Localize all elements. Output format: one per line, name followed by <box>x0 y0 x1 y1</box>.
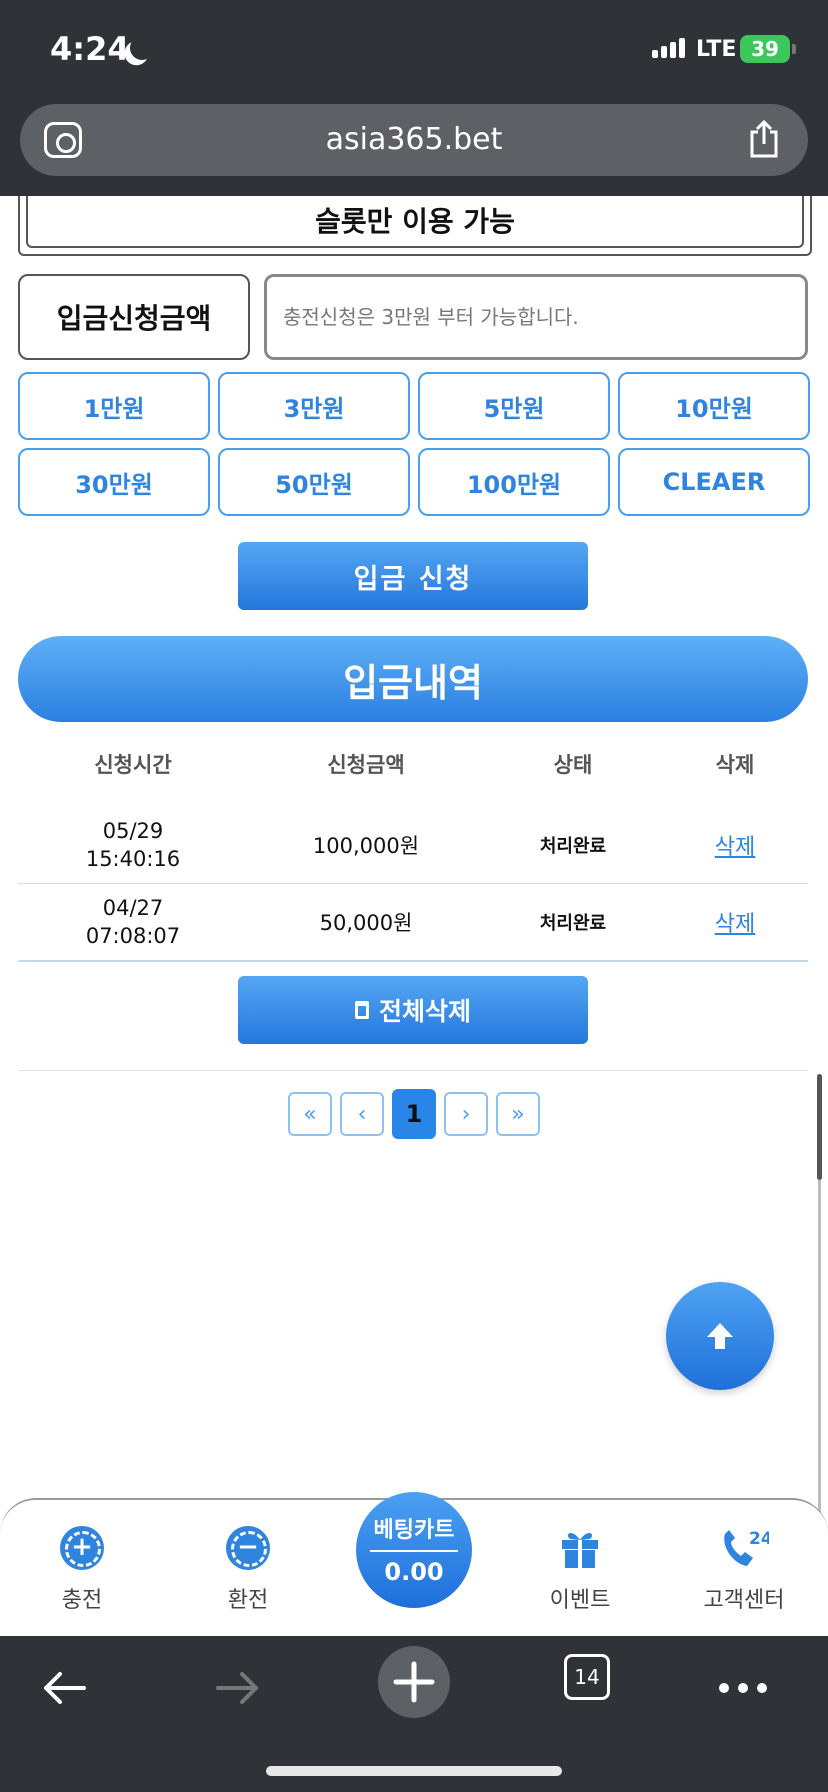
back-arrow-icon[interactable] <box>40 1668 88 1708</box>
nav-exchange[interactable]: − 환전 <box>188 1526 308 1614</box>
nav-charge-label: 충전 <box>61 1588 103 1613</box>
url-bar[interactable]: asia365.bet <box>20 104 808 176</box>
nav-event-label: 이벤트 <box>549 1588 611 1613</box>
bet-cart-button[interactable]: 베팅카트 0.00 <box>356 1492 472 1608</box>
share-icon[interactable] <box>748 120 780 158</box>
amount-button-3[interactable]: 3만원 <box>218 372 410 440</box>
amount-button-5[interactable]: 5만원 <box>418 372 610 440</box>
exchange-icon: − <box>226 1526 270 1570</box>
amount-button-50[interactable]: 50만원 <box>218 448 410 516</box>
amount-button-10[interactable]: 10만원 <box>618 372 810 440</box>
request-date: 04/27 <box>102 896 164 920</box>
nav-exchange-label: 환전 <box>227 1588 269 1613</box>
page-prev-button[interactable]: ‹ <box>340 1092 384 1136</box>
col-delete: 삭제 <box>715 753 755 777</box>
table-row: 04/27 07:08:07 50,000원 처리완료 삭제 <box>18 884 808 962</box>
amount-label: 입금신청금액 <box>18 274 250 360</box>
col-request-time: 신청시간 <box>94 753 172 777</box>
amount-button-1[interactable]: 1만원 <box>18 372 210 440</box>
amount-input[interactable] <box>264 274 808 360</box>
battery-icon: 39 <box>740 35 790 63</box>
amount-button-100[interactable]: 100만원 <box>418 448 610 516</box>
page-current[interactable]: 1 <box>392 1089 436 1139</box>
support-badge: 24 <box>749 1529 769 1549</box>
table-row: 05/29 15:40:16 100,000원 처리완료 삭제 <box>18 806 808 884</box>
url-text[interactable]: asia365.bet <box>20 122 808 157</box>
page-content: 슬롯만 이용 가능 입금신청금액 1만원 3만원 5만원 10만원 30만원 5… <box>0 196 828 1496</box>
page-scrollbar[interactable] <box>817 1074 822 1180</box>
nav-support-label: 고객센터 <box>703 1588 785 1613</box>
page-first-button[interactable]: « <box>288 1092 332 1136</box>
bet-cart-label: 베팅카트 <box>370 1512 458 1552</box>
network-type: LTE <box>696 37 737 62</box>
site-bottom-nav: + 충전 − 환전 베팅카트 0.00 이벤트 24 고객센터 <box>0 1492 828 1638</box>
request-time-cell: 05/29 15:40:16 <box>18 817 248 873</box>
page-next-button[interactable]: › <box>444 1092 488 1136</box>
col-request-amount: 신청금액 <box>327 753 405 777</box>
battery-tip <box>792 44 796 54</box>
request-time: 15:40:16 <box>85 846 181 871</box>
history-title: 입금내역 <box>18 636 808 722</box>
request-time-cell: 04/27 07:08:07 <box>18 894 248 950</box>
arrow-up-icon <box>707 1323 733 1349</box>
request-date: 05/29 <box>102 818 164 843</box>
nav-event[interactable]: 이벤트 <box>520 1526 640 1614</box>
trash-icon <box>354 1001 369 1019</box>
delete-link[interactable]: 삭제 <box>715 835 755 860</box>
charge-icon: + <box>60 1526 104 1570</box>
delete-link[interactable]: 삭제 <box>715 912 755 937</box>
new-tab-button[interactable] <box>378 1646 450 1718</box>
moon-icon <box>127 33 158 64</box>
status-text: 처리완료 <box>539 835 607 857</box>
delete-all-label: 전체삭제 <box>378 997 471 1026</box>
forward-arrow-icon[interactable] <box>214 1668 262 1708</box>
status-text: 처리완료 <box>539 913 607 934</box>
phone-icon: 24 <box>724 1529 773 1566</box>
signal-icon <box>652 38 685 58</box>
request-amount: 100,000원 <box>312 833 420 858</box>
status-time: 4:24 <box>50 30 130 68</box>
amount-button-30[interactable]: 30만원 <box>18 448 210 516</box>
table-header: 신청시간 신청금액 상태 삭제 <box>18 734 808 794</box>
history-table: 신청시간 신청금액 상태 삭제 05/29 15:40:16 100,000원 … <box>18 734 808 962</box>
more-icon[interactable] <box>718 1682 768 1694</box>
request-time: 07:08:07 <box>85 924 181 948</box>
gift-icon <box>562 1532 598 1568</box>
browser-top-bar: 4:24 LTE 39 asia365.bet <box>0 0 828 196</box>
slot-notice-text: 슬롯만 이용 가능 <box>26 196 804 248</box>
slot-notice-box: 슬롯만 이용 가능 <box>18 196 812 256</box>
home-indicator <box>266 1766 562 1776</box>
nav-support[interactable]: 24 고객센터 <box>684 1526 804 1614</box>
deposit-submit-button[interactable]: 입금 신청 <box>238 542 588 610</box>
col-status: 상태 <box>553 753 593 777</box>
divider <box>18 1070 808 1071</box>
bet-cart-value: 0.00 <box>384 1558 444 1586</box>
plus-icon <box>393 1661 435 1703</box>
scroll-to-top-button[interactable] <box>666 1282 774 1390</box>
tabs-button[interactable]: 14 <box>564 1654 610 1700</box>
nav-charge[interactable]: + 충전 <box>22 1526 142 1614</box>
page-last-button[interactable]: » <box>496 1092 540 1136</box>
delete-all-button[interactable]: 전체삭제 <box>238 976 588 1044</box>
amount-button-grid: 1만원 3만원 5만원 10만원 30만원 50만원 100만원 CLEAER <box>18 372 810 516</box>
clear-button[interactable]: CLEAER <box>618 448 810 516</box>
pagination: « ‹ 1 › » <box>288 1089 540 1139</box>
request-amount: 50,000원 <box>319 911 413 935</box>
